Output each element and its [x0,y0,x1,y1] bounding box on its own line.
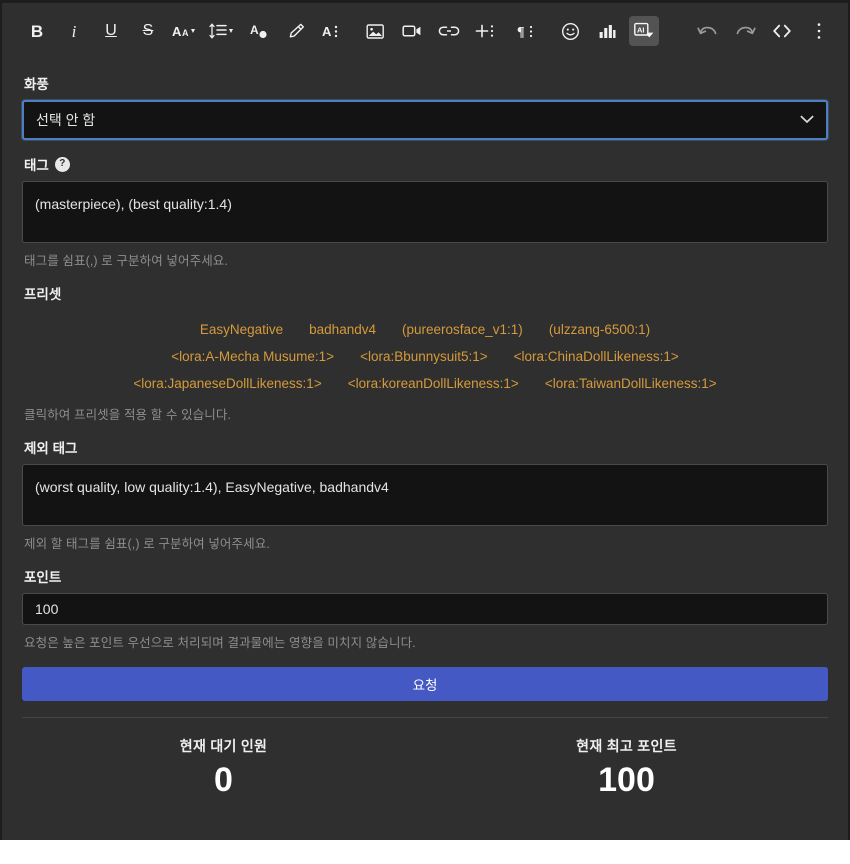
preset-chip[interactable]: <lora:ChinaDollLikeness:1> [514,349,679,364]
svg-text:AI: AI [637,25,645,34]
emoji-icon[interactable] [555,16,585,46]
text-style-icon[interactable]: A [318,16,348,46]
stat-label: 현재 최고 포인트 [576,738,677,754]
editor-toolbar: B i U S A A A A ¶ AI [2,3,848,59]
bold-icon[interactable]: B [22,16,52,46]
preset-list: EasyNegative badhandv4 (pureerosface_v1:… [22,310,828,397]
stat-queue: 현재 대기 인원 0 [22,736,425,799]
preset-row: EasyNegative badhandv4 (pureerosface_v1:… [22,316,828,343]
page-root: B i U S A A A A ¶ AI 화풍 선택 안 함 태그 ? (mas… [0,0,850,864]
undo-icon[interactable] [693,16,723,46]
editor-app: B i U S A A A A ¶ AI 화풍 선택 안 함 태그 ? (mas… [0,0,850,840]
bold-label: B [30,21,44,41]
font-size-icon[interactable]: A A [170,16,200,46]
preset-chip[interactable]: (ulzzang-6500:1) [549,322,650,337]
image-icon[interactable] [360,16,390,46]
stat-value: 100 [598,761,655,799]
underline-icon[interactable]: U [96,16,126,46]
page-bottom-strip [0,840,850,864]
code-icon[interactable] [767,16,797,46]
preset-row: <lora:A-Mecha Musume:1> <lora:Bbunnysuit… [22,343,828,370]
link-icon[interactable] [434,16,464,46]
svg-text:A: A [250,23,259,37]
more-options-icon[interactable] [804,16,834,46]
svg-text:A: A [172,24,182,39]
stats-row: 현재 대기 인원 0 현재 최고 포인트 100 [22,718,828,809]
strikethrough-icon[interactable]: S [133,16,163,46]
point-hint: 요청은 높은 포인트 우선으로 처리되며 결과물에는 영향을 미치지 않습니다. [24,636,416,650]
stat-value: 0 [214,761,233,799]
preset-chip[interactable]: <lora:JapaneseDollLikeness:1> [133,376,321,391]
line-height-icon[interactable] [207,16,237,46]
chevron-down-icon [800,111,814,129]
point-field-label: 포인트 [24,566,828,586]
svg-text:¶: ¶ [517,25,525,39]
style-field-label: 화풍 [24,73,828,93]
preset-chip[interactable]: <lora:TaiwanDollLikeness:1> [545,376,717,391]
text-color-icon[interactable]: A [244,16,274,46]
point-input[interactable]: 100 [22,593,828,625]
preset-chip[interactable]: <lora:Bbunnysuit5:1> [360,349,488,364]
preset-chip[interactable]: (pureerosface_v1:1) [402,322,523,337]
tag-input[interactable]: (masterpiece), (best quality:1.4) [22,181,828,243]
stat-top-point: 현재 최고 포인트 100 [425,736,828,799]
insert-more-icon[interactable] [471,16,501,46]
italic-label: i [71,21,77,41]
svg-text:A: A [182,28,189,38]
style-label-text: 화풍 [24,77,49,92]
tag-label-text: 태그 [24,158,49,173]
underline-label: U [105,22,117,39]
poll-icon[interactable] [592,16,622,46]
preset-chip[interactable]: <lora:A-Mecha Musume:1> [171,349,334,364]
highlight-icon[interactable] [281,16,311,46]
tag-hint: 태그를 쉼표(,) 로 구분하여 넣어주세요. [24,254,228,268]
form-body: 화풍 선택 안 함 태그 ? (masterpiece), (best qual… [2,73,848,810]
preset-label-text: 프리셋 [24,287,62,302]
preset-chip[interactable]: EasyNegative [200,322,283,337]
redo-icon[interactable] [730,16,760,46]
preset-label: 프리셋 [24,283,828,303]
paragraph-icon[interactable]: ¶ [513,16,543,46]
ai-icon[interactable]: AI [629,16,659,46]
style-select[interactable]: 선택 안 함 [22,100,828,140]
exclude-tag-input[interactable]: (worst quality, low quality:1.4), EasyNe… [22,464,828,526]
exclude-hint: 제외 할 태그를 쉼표(,) 로 구분하여 넣어주세요. [24,537,270,551]
point-label-text: 포인트 [24,570,62,585]
style-select-value: 선택 안 함 [36,112,96,128]
tag-field-label: 태그 ? [24,154,828,174]
stat-label: 현재 대기 인원 [179,738,268,754]
exclude-field-label: 제외 태그 [24,437,828,457]
preset-chip[interactable]: <lora:koreanDollLikeness:1> [348,376,519,391]
strikethrough-label: S [142,22,154,39]
help-icon[interactable]: ? [54,156,70,172]
preset-chip[interactable]: badhandv4 [309,322,376,337]
exclude-label-text: 제외 태그 [24,441,78,456]
svg-text:A: A [322,24,332,39]
video-icon[interactable] [397,16,427,46]
preset-hint: 클릭하여 프리셋을 적용 할 수 있습니다. [24,408,232,422]
italic-icon[interactable]: i [59,16,89,46]
request-button[interactable]: 요청 [22,667,828,701]
preset-row: <lora:JapaneseDollLikeness:1> <lora:kore… [22,370,828,397]
